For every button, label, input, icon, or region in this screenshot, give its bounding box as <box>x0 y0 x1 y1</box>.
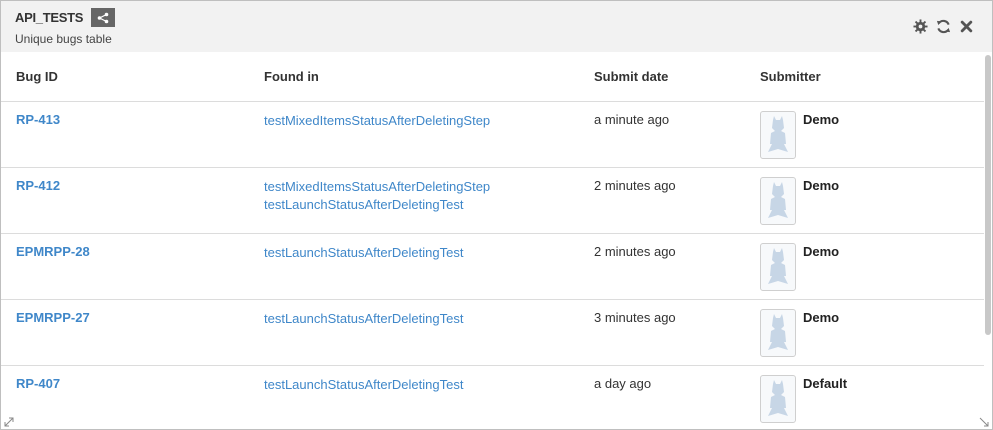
submit-date: 2 minutes ago <box>594 178 676 193</box>
user-avatar-icon <box>768 116 788 152</box>
test-item-link[interactable]: testMixedItemsStatusAfterDeletingStep <box>264 112 490 130</box>
submitter-name: Demo <box>803 112 840 127</box>
user-avatar-icon <box>768 182 788 218</box>
avatar <box>760 111 796 159</box>
share-button[interactable] <box>91 8 116 27</box>
avatar <box>760 243 796 291</box>
bug-id-link[interactable]: RP-407 <box>16 376 60 391</box>
found-in-cell: testMixedItemsStatusAfterDeletingStep <box>264 112 490 130</box>
avatar <box>760 309 796 357</box>
submitter-name: Default <box>803 376 848 391</box>
table-row: RP-413 testMixedItemsStatusAfterDeleting… <box>1 102 984 168</box>
table-header: Bug ID Found in Submit date Submitter <box>1 52 984 102</box>
resize-handle-right-icon[interactable] <box>979 417 989 427</box>
found-in-cell: testLaunchStatusAfterDeletingTest <box>264 376 463 394</box>
user-avatar-icon <box>768 380 788 416</box>
submit-date: a day ago <box>594 376 652 391</box>
close-button[interactable] <box>959 19 974 34</box>
submitter-name: Demo <box>803 310 840 325</box>
refresh-button[interactable] <box>936 19 951 34</box>
scrollbar-thumb[interactable] <box>985 55 991 335</box>
found-in-cell: testMixedItemsStatusAfterDeletingStep te… <box>264 178 490 214</box>
vertical-scrollbar[interactable] <box>984 52 992 429</box>
table-row: EPMRPP-28 testLaunchStatusAfterDeletingT… <box>1 234 984 300</box>
table-row: RP-407 testLaunchStatusAfterDeletingTest… <box>1 366 984 429</box>
submit-date: 3 minutes ago <box>594 310 676 325</box>
bug-id-link[interactable]: EPMRPP-27 <box>16 310 90 325</box>
user-avatar-icon <box>768 314 788 350</box>
found-in-cell: testLaunchStatusAfterDeletingTest <box>264 244 463 262</box>
title-row: API_TESTS <box>15 8 116 27</box>
share-icon <box>97 12 109 23</box>
submitter-name: Demo <box>803 178 840 193</box>
column-header-found-in[interactable]: Found in <box>264 69 319 84</box>
submitter-name: Demo <box>803 244 840 259</box>
avatar <box>760 177 796 225</box>
settings-button[interactable] <box>913 19 928 34</box>
refresh-icon <box>936 19 951 34</box>
resize-handle-left-icon[interactable] <box>4 417 14 427</box>
column-header-submit-date[interactable]: Submit date <box>594 69 668 84</box>
avatar <box>760 375 796 423</box>
bug-id-link[interactable]: RP-412 <box>16 178 60 193</box>
widget-panel: API_TESTS Unique bugs table Bug ID Found… <box>0 0 993 430</box>
submit-date: a minute ago <box>594 112 670 127</box>
bugs-table: Bug ID Found in Submit date Submitter RP… <box>1 52 984 429</box>
widget-subtitle: Unique bugs table <box>15 32 112 46</box>
found-in-cell: testLaunchStatusAfterDeletingTest <box>264 310 463 328</box>
bug-id-link[interactable]: RP-413 <box>16 112 60 127</box>
close-icon <box>960 20 973 33</box>
test-item-link[interactable]: testLaunchStatusAfterDeletingTest <box>264 244 463 262</box>
test-item-link[interactable]: testMixedItemsStatusAfterDeletingStep <box>264 178 490 196</box>
table-row: RP-412 testMixedItemsStatusAfterDeleting… <box>1 168 984 234</box>
table-row: EPMRPP-27 testLaunchStatusAfterDeletingT… <box>1 300 984 366</box>
bug-id-link[interactable]: EPMRPP-28 <box>16 244 90 259</box>
header-controls <box>913 19 974 34</box>
test-item-link[interactable]: testLaunchStatusAfterDeletingTest <box>264 196 490 214</box>
submit-date: 2 minutes ago <box>594 244 676 259</box>
test-item-link[interactable]: testLaunchStatusAfterDeletingTest <box>264 310 463 328</box>
test-item-link[interactable]: testLaunchStatusAfterDeletingTest <box>264 376 463 394</box>
column-header-bug-id[interactable]: Bug ID <box>16 69 58 84</box>
widget-title: API_TESTS <box>15 10 84 25</box>
gear-icon <box>913 19 928 34</box>
column-header-submitter[interactable]: Submitter <box>760 69 821 84</box>
user-avatar-icon <box>768 248 788 284</box>
widget-header: API_TESTS Unique bugs table <box>1 1 992 52</box>
